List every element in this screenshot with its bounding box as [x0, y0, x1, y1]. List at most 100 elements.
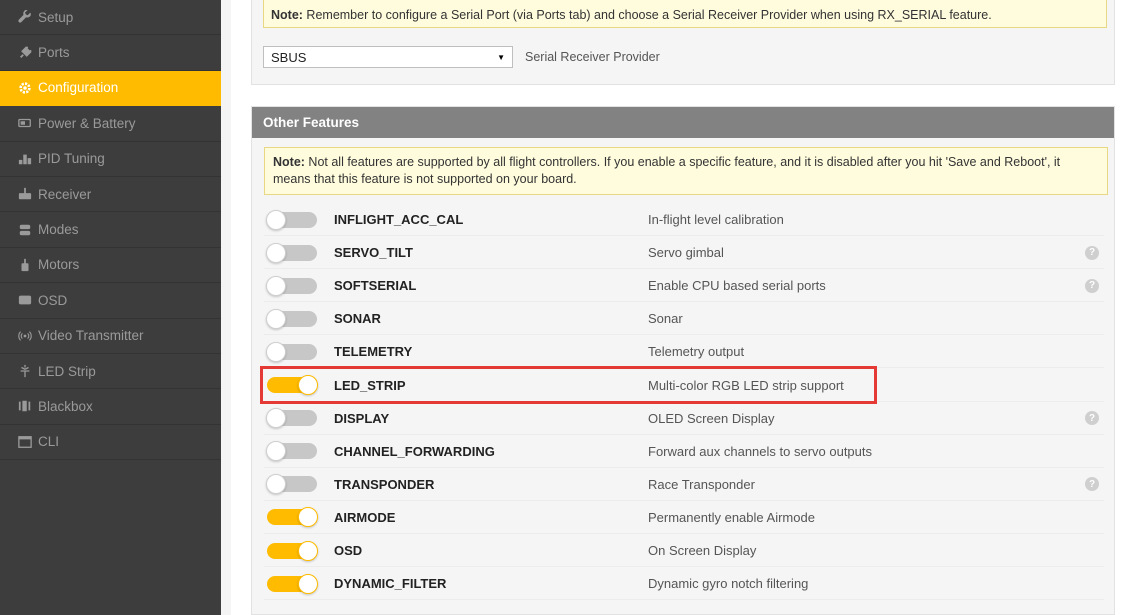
feature-name: OSD — [334, 543, 363, 558]
feature-row-channel-forwarding: CHANNEL_FORWARDING Forward aux channels t… — [252, 435, 1116, 468]
feature-toggle[interactable] — [266, 474, 317, 495]
feature-toggle[interactable] — [266, 441, 317, 462]
blackbox-icon — [17, 399, 33, 413]
sidebar-item-motors[interactable]: Motors — [0, 248, 221, 284]
toggle-knob — [266, 474, 286, 495]
feature-description: Forward aux channels to servo outputs — [648, 443, 873, 459]
feature-description: In-flight level calibration — [648, 212, 784, 227]
feature-description: Dynamic gyro notch filtering — [648, 576, 809, 592]
osd-icon — [17, 293, 33, 307]
receiver-note-text: Remember to configure a Serial Port (via… — [302, 8, 992, 22]
signal-icon — [17, 329, 33, 343]
feature-row-osd: OSD On Screen Display — [252, 534, 1116, 567]
sidebar-nav: Setup Ports Configuration Power & Battery PI… — [0, 0, 221, 615]
feature-description: Enable CPU based serial ports — [648, 278, 826, 294]
features-note-bold: Note: — [273, 155, 305, 169]
gear-icon — [17, 81, 33, 95]
feature-toggle[interactable] — [267, 507, 318, 528]
sidebar-item-setup[interactable]: Setup — [0, 0, 221, 36]
plug-icon — [17, 45, 33, 60]
feature-name: AIRMODE — [334, 509, 396, 525]
feature-toggle[interactable] — [267, 573, 318, 594]
sidebar-item-label: CLI — [38, 434, 60, 450]
feature-row-telemetry: TELEMETRY Telemetry output — [252, 335, 1116, 369]
highlight-annotation-box — [260, 366, 877, 404]
sidebar-item-blackbox[interactable]: Blackbox — [0, 389, 221, 425]
feature-toggle[interactable] — [266, 275, 317, 296]
toggle-knob — [298, 573, 318, 594]
feature-toggle[interactable] — [266, 341, 317, 362]
sidebar-item-label: Motors — [38, 257, 80, 273]
sidebar-item-label: Video Transmitter — [38, 328, 144, 344]
sidebar-item-power-battery[interactable]: Power & Battery — [0, 106, 221, 142]
sidebar-item-modes[interactable]: Modes — [0, 212, 221, 248]
sidebar-item-pid-tuning[interactable]: PID Tuning — [0, 142, 221, 177]
toggle-knob — [266, 275, 286, 296]
sidebar-divider — [221, 0, 231, 615]
sidebar-item-ports[interactable]: Ports — [0, 35, 221, 71]
sidebar-item-video-transmitter[interactable]: Video Transmitter — [0, 319, 221, 354]
toggle-knob — [266, 209, 286, 230]
sidebar-item-configuration[interactable]: Configuration — [0, 70, 221, 107]
sidebar-item-label: OSD — [38, 292, 68, 308]
sidebar-item-osd[interactable]: OSD — [0, 283, 221, 319]
toggle-knob — [266, 242, 286, 263]
feature-toggle[interactable] — [266, 408, 317, 429]
feature-row-sonar: SONAR Sonar — [252, 302, 1116, 336]
other-features-header: Other Features — [252, 107, 1114, 138]
feature-name: SONAR — [334, 311, 381, 327]
serial-provider-value: SBUS — [271, 49, 307, 65]
receiver-icon — [17, 187, 33, 201]
serial-provider-label: Serial Receiver Provider — [525, 50, 660, 64]
feature-toggle[interactable] — [266, 308, 317, 329]
sidebar-item-label: Configuration — [38, 80, 119, 96]
feature-name: TELEMETRY — [334, 344, 413, 360]
feature-row-softserial: SOFTSERIAL Enable CPU based serial ports? — [252, 269, 1116, 303]
sidebar-item-cli[interactable]: CLI — [0, 425, 221, 461]
feature-toggle[interactable] — [266, 242, 317, 263]
receiver-note-bold: Note: — [271, 8, 303, 22]
feature-description: Permanently enable Airmode — [648, 509, 815, 525]
row-divider — [264, 599, 1104, 601]
motor-icon — [17, 258, 33, 272]
serial-provider-select[interactable]: SBUS ▼ — [263, 46, 513, 68]
receiver-note: Note: Remember to configure a Serial Por… — [263, 0, 1107, 28]
wrench-icon — [17, 10, 33, 24]
feature-toggle[interactable] — [267, 540, 318, 561]
feature-row-transponder: TRANSPONDER Race Transponder? — [252, 468, 1116, 501]
feature-description: Race Transponder — [648, 476, 755, 492]
sidebar-item-label: LED Strip — [38, 363, 96, 379]
sidebar-item-receiver[interactable]: Receiver — [0, 177, 221, 213]
feature-description: Sonar — [648, 311, 683, 327]
other-features-panel: Other Features Note: Not all features ar… — [251, 106, 1115, 615]
feature-row-display: DISPLAY OLED Screen Display? — [252, 402, 1116, 435]
feature-name: CHANNEL_FORWARDING — [334, 443, 495, 459]
features-note: Note: Not all features are supported by … — [264, 147, 1108, 195]
receiver-panel: Note: Remember to configure a Serial Por… — [251, 0, 1115, 85]
toggle-knob — [298, 507, 318, 528]
chevron-down-icon: ▼ — [497, 52, 505, 62]
toggle-knob — [266, 308, 286, 329]
toggle-knob — [266, 441, 286, 462]
help-icon[interactable]: ? — [1085, 278, 1099, 293]
feature-toggle[interactable] — [266, 209, 317, 230]
led-icon — [17, 364, 33, 378]
feature-name: SOFTSERIAL — [334, 278, 417, 294]
help-icon[interactable]: ? — [1085, 245, 1099, 260]
feature-row-inflight-acc-cal: INFLIGHT_ACC_CAL In-flight level calibrat… — [252, 203, 1116, 236]
sidebar-item-led-strip[interactable]: LED Strip — [0, 354, 221, 390]
help-icon[interactable]: ? — [1085, 411, 1099, 426]
sidebar-item-label: Power & Battery — [38, 115, 136, 131]
feature-name: DISPLAY — [334, 410, 390, 426]
feature-name: TRANSPONDER — [334, 476, 435, 492]
main-content: Note: Remember to configure a Serial Por… — [231, 0, 1131, 615]
feature-row-servo-tilt: SERVO_TILT Servo gimbal? — [252, 236, 1116, 270]
modes-icon — [17, 223, 33, 237]
feature-name: SERVO_TILT — [334, 245, 413, 261]
sidebar-item-label: Receiver — [38, 186, 92, 202]
help-icon[interactable]: ? — [1085, 477, 1099, 492]
feature-name: INFLIGHT_ACC_CAL — [334, 212, 464, 227]
toggle-knob — [298, 540, 318, 561]
sidebar-item-label: Ports — [38, 45, 70, 61]
feature-row-airmode: AIRMODE Permanently enable Airmode — [252, 501, 1116, 534]
